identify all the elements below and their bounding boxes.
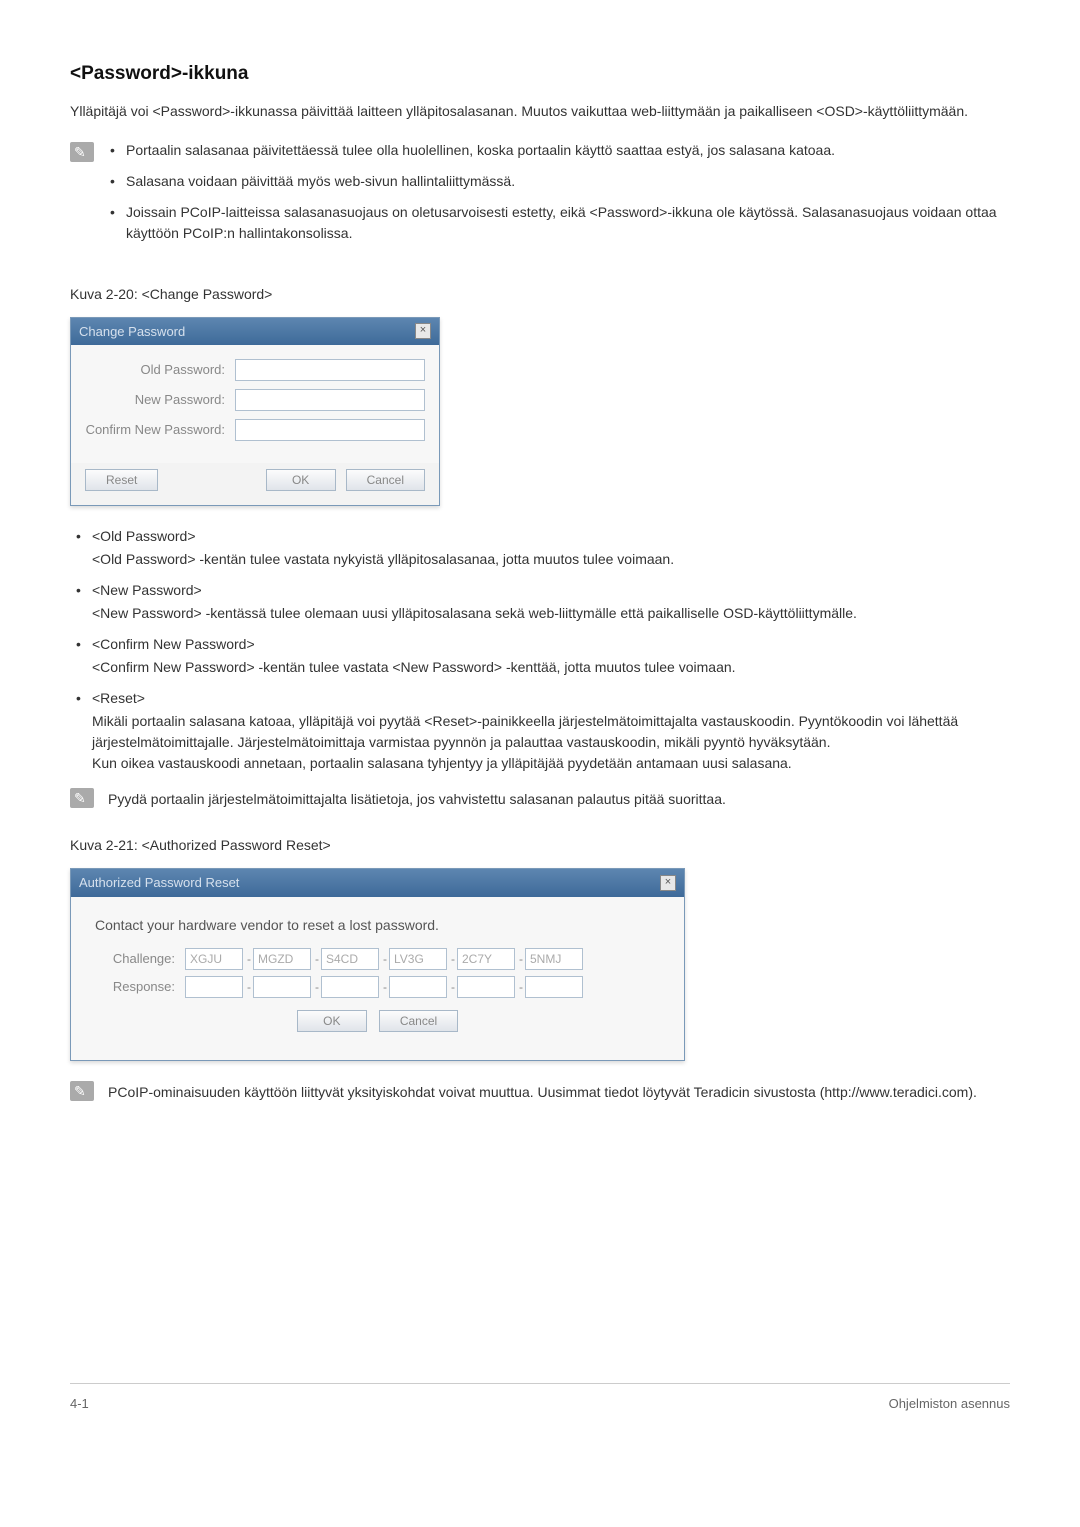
- challenge-segment: [253, 948, 311, 970]
- def-desc: <Old Password> -kentän tulee vastata nyk…: [92, 549, 1010, 570]
- def-desc: Kun oikea vastauskoodi annetaan, portaal…: [92, 753, 1010, 774]
- response-segment[interactable]: [185, 976, 243, 998]
- figure-caption-1: Kuva 2-20: <Change Password>: [70, 284, 1010, 305]
- dialog-title-text: Change Password: [79, 322, 185, 342]
- response-segment[interactable]: [525, 976, 583, 998]
- note-icon: [70, 1081, 94, 1101]
- challenge-segment: [457, 948, 515, 970]
- challenge-segment: [389, 948, 447, 970]
- note-item: Portaalin salasanaa päivitettäessä tulee…: [104, 140, 1010, 161]
- note-item: Salasana voidaan päivittää myös web-sivu…: [104, 171, 1010, 192]
- def-item: <New Password> <New Password> -kentässä …: [70, 580, 1010, 624]
- note-text: PCoIP-ominaisuuden käyttöön liittyvät yk…: [108, 1081, 977, 1103]
- dash: -: [517, 950, 525, 968]
- note-block-2: Pyydä portaalin järjestelmätoimittajalta…: [70, 788, 1010, 810]
- dash: -: [313, 978, 321, 996]
- old-password-input[interactable]: [235, 359, 425, 381]
- page-footer: 4-1 Ohjelmiston asennus: [70, 1394, 1010, 1414]
- response-segment[interactable]: [321, 976, 379, 998]
- figure-caption-2: Kuva 2-21: <Authorized Password Reset>: [70, 835, 1010, 856]
- note-block-1: Portaalin salasanaa päivitettäessä tulee…: [70, 140, 1010, 254]
- note-list-1: Portaalin salasanaa päivitettäessä tulee…: [104, 140, 1010, 254]
- dialog-titlebar: Change Password ×: [71, 318, 439, 346]
- def-desc: <Confirm New Password> -kentän tulee vas…: [92, 657, 1010, 678]
- dash: -: [449, 950, 457, 968]
- def-term: <Confirm New Password>: [92, 634, 1010, 655]
- dash: -: [245, 978, 253, 996]
- dash: -: [313, 950, 321, 968]
- response-segment[interactable]: [457, 976, 515, 998]
- def-desc: Mikäli portaalin salasana katoaa, ylläpi…: [92, 711, 1010, 753]
- new-password-input[interactable]: [235, 389, 425, 411]
- ok-button[interactable]: OK: [297, 1010, 367, 1032]
- confirm-password-input[interactable]: [235, 419, 425, 441]
- dash: -: [381, 950, 389, 968]
- note-block-3: PCoIP-ominaisuuden käyttöön liittyvät yk…: [70, 1081, 1010, 1103]
- footer-divider: [70, 1383, 1010, 1384]
- note-icon: [70, 788, 94, 808]
- close-icon[interactable]: ×: [660, 875, 676, 891]
- challenge-label: Challenge:: [95, 949, 185, 969]
- def-desc: <New Password> -kentässä tulee olemaan u…: [92, 603, 1010, 624]
- dash: -: [449, 978, 457, 996]
- note-icon: [70, 142, 94, 162]
- definition-list: <Old Password> <Old Password> -kentän tu…: [70, 526, 1010, 774]
- authorized-reset-dialog: Authorized Password Reset × Contact your…: [70, 868, 685, 1061]
- cancel-button[interactable]: Cancel: [379, 1010, 458, 1032]
- page-number: 4-1: [70, 1394, 89, 1414]
- page-heading: <Password>-ikkuna: [70, 60, 1010, 89]
- response-label: Response:: [95, 977, 185, 997]
- def-item: <Confirm New Password> <Confirm New Pass…: [70, 634, 1010, 678]
- new-password-label: New Password:: [85, 390, 235, 410]
- challenge-segment: [525, 948, 583, 970]
- ok-button[interactable]: OK: [266, 469, 336, 491]
- def-item: <Reset> Mikäli portaalin salasana katoaa…: [70, 688, 1010, 774]
- reset-button[interactable]: Reset: [85, 469, 158, 491]
- footer-section: Ohjelmiston asennus: [889, 1394, 1010, 1414]
- cancel-button[interactable]: Cancel: [346, 469, 425, 491]
- def-term: <Reset>: [92, 688, 1010, 709]
- dash: -: [245, 950, 253, 968]
- dash: -: [517, 978, 525, 996]
- challenge-segment: [185, 948, 243, 970]
- def-term: <Old Password>: [92, 526, 1010, 547]
- dialog-titlebar: Authorized Password Reset ×: [71, 869, 684, 897]
- old-password-label: Old Password:: [85, 360, 235, 380]
- challenge-segment: [321, 948, 379, 970]
- intro-paragraph: Ylläpitäjä voi <Password>-ikkunassa päiv…: [70, 101, 1010, 122]
- response-segment[interactable]: [253, 976, 311, 998]
- dash: -: [381, 978, 389, 996]
- def-item: <Old Password> <Old Password> -kentän tu…: [70, 526, 1010, 570]
- dialog-instruction: Contact your hardware vendor to reset a …: [85, 911, 670, 948]
- close-icon[interactable]: ×: [415, 323, 431, 339]
- note-text: Pyydä portaalin järjestelmätoimittajalta…: [108, 788, 726, 810]
- response-segment[interactable]: [389, 976, 447, 998]
- change-password-dialog: Change Password × Old Password: New Pass…: [70, 317, 440, 507]
- confirm-password-label: Confirm New Password:: [85, 420, 235, 440]
- def-term: <New Password>: [92, 580, 1010, 601]
- note-item: Joissain PCoIP-laitteissa salasanasuojau…: [104, 202, 1010, 244]
- dialog-title-text: Authorized Password Reset: [79, 873, 239, 893]
